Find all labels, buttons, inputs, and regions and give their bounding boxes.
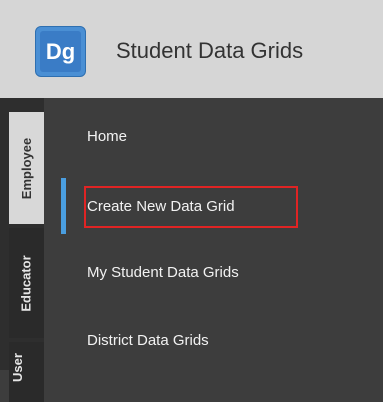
tab-employee[interactable]: Employee bbox=[9, 112, 44, 224]
app-title: Student Data Grids bbox=[116, 38, 304, 63]
selection-highlight bbox=[84, 186, 298, 228]
tab-educator[interactable]: Educator bbox=[9, 228, 44, 338]
vertical-tab-bar: Employee Educator User bbox=[0, 98, 44, 402]
tab-user-label: User bbox=[9, 353, 25, 382]
nav-item-district-data-grids[interactable]: District Data Grids bbox=[87, 332, 209, 349]
logo-text: Dg bbox=[40, 31, 81, 72]
nav-item-home[interactable]: Home bbox=[87, 128, 127, 145]
app-header: Dg Student Data Grids bbox=[0, 0, 383, 98]
active-nav-indicator bbox=[61, 178, 66, 234]
tab-employee-label: Employee bbox=[19, 137, 35, 199]
tab-educator-label: Educator bbox=[19, 254, 34, 312]
tab-user[interactable]: User bbox=[9, 342, 44, 402]
app-logo[interactable]: Dg bbox=[35, 26, 86, 77]
nav-item-my-student-data-grids[interactable]: My Student Data Grids bbox=[87, 264, 239, 281]
